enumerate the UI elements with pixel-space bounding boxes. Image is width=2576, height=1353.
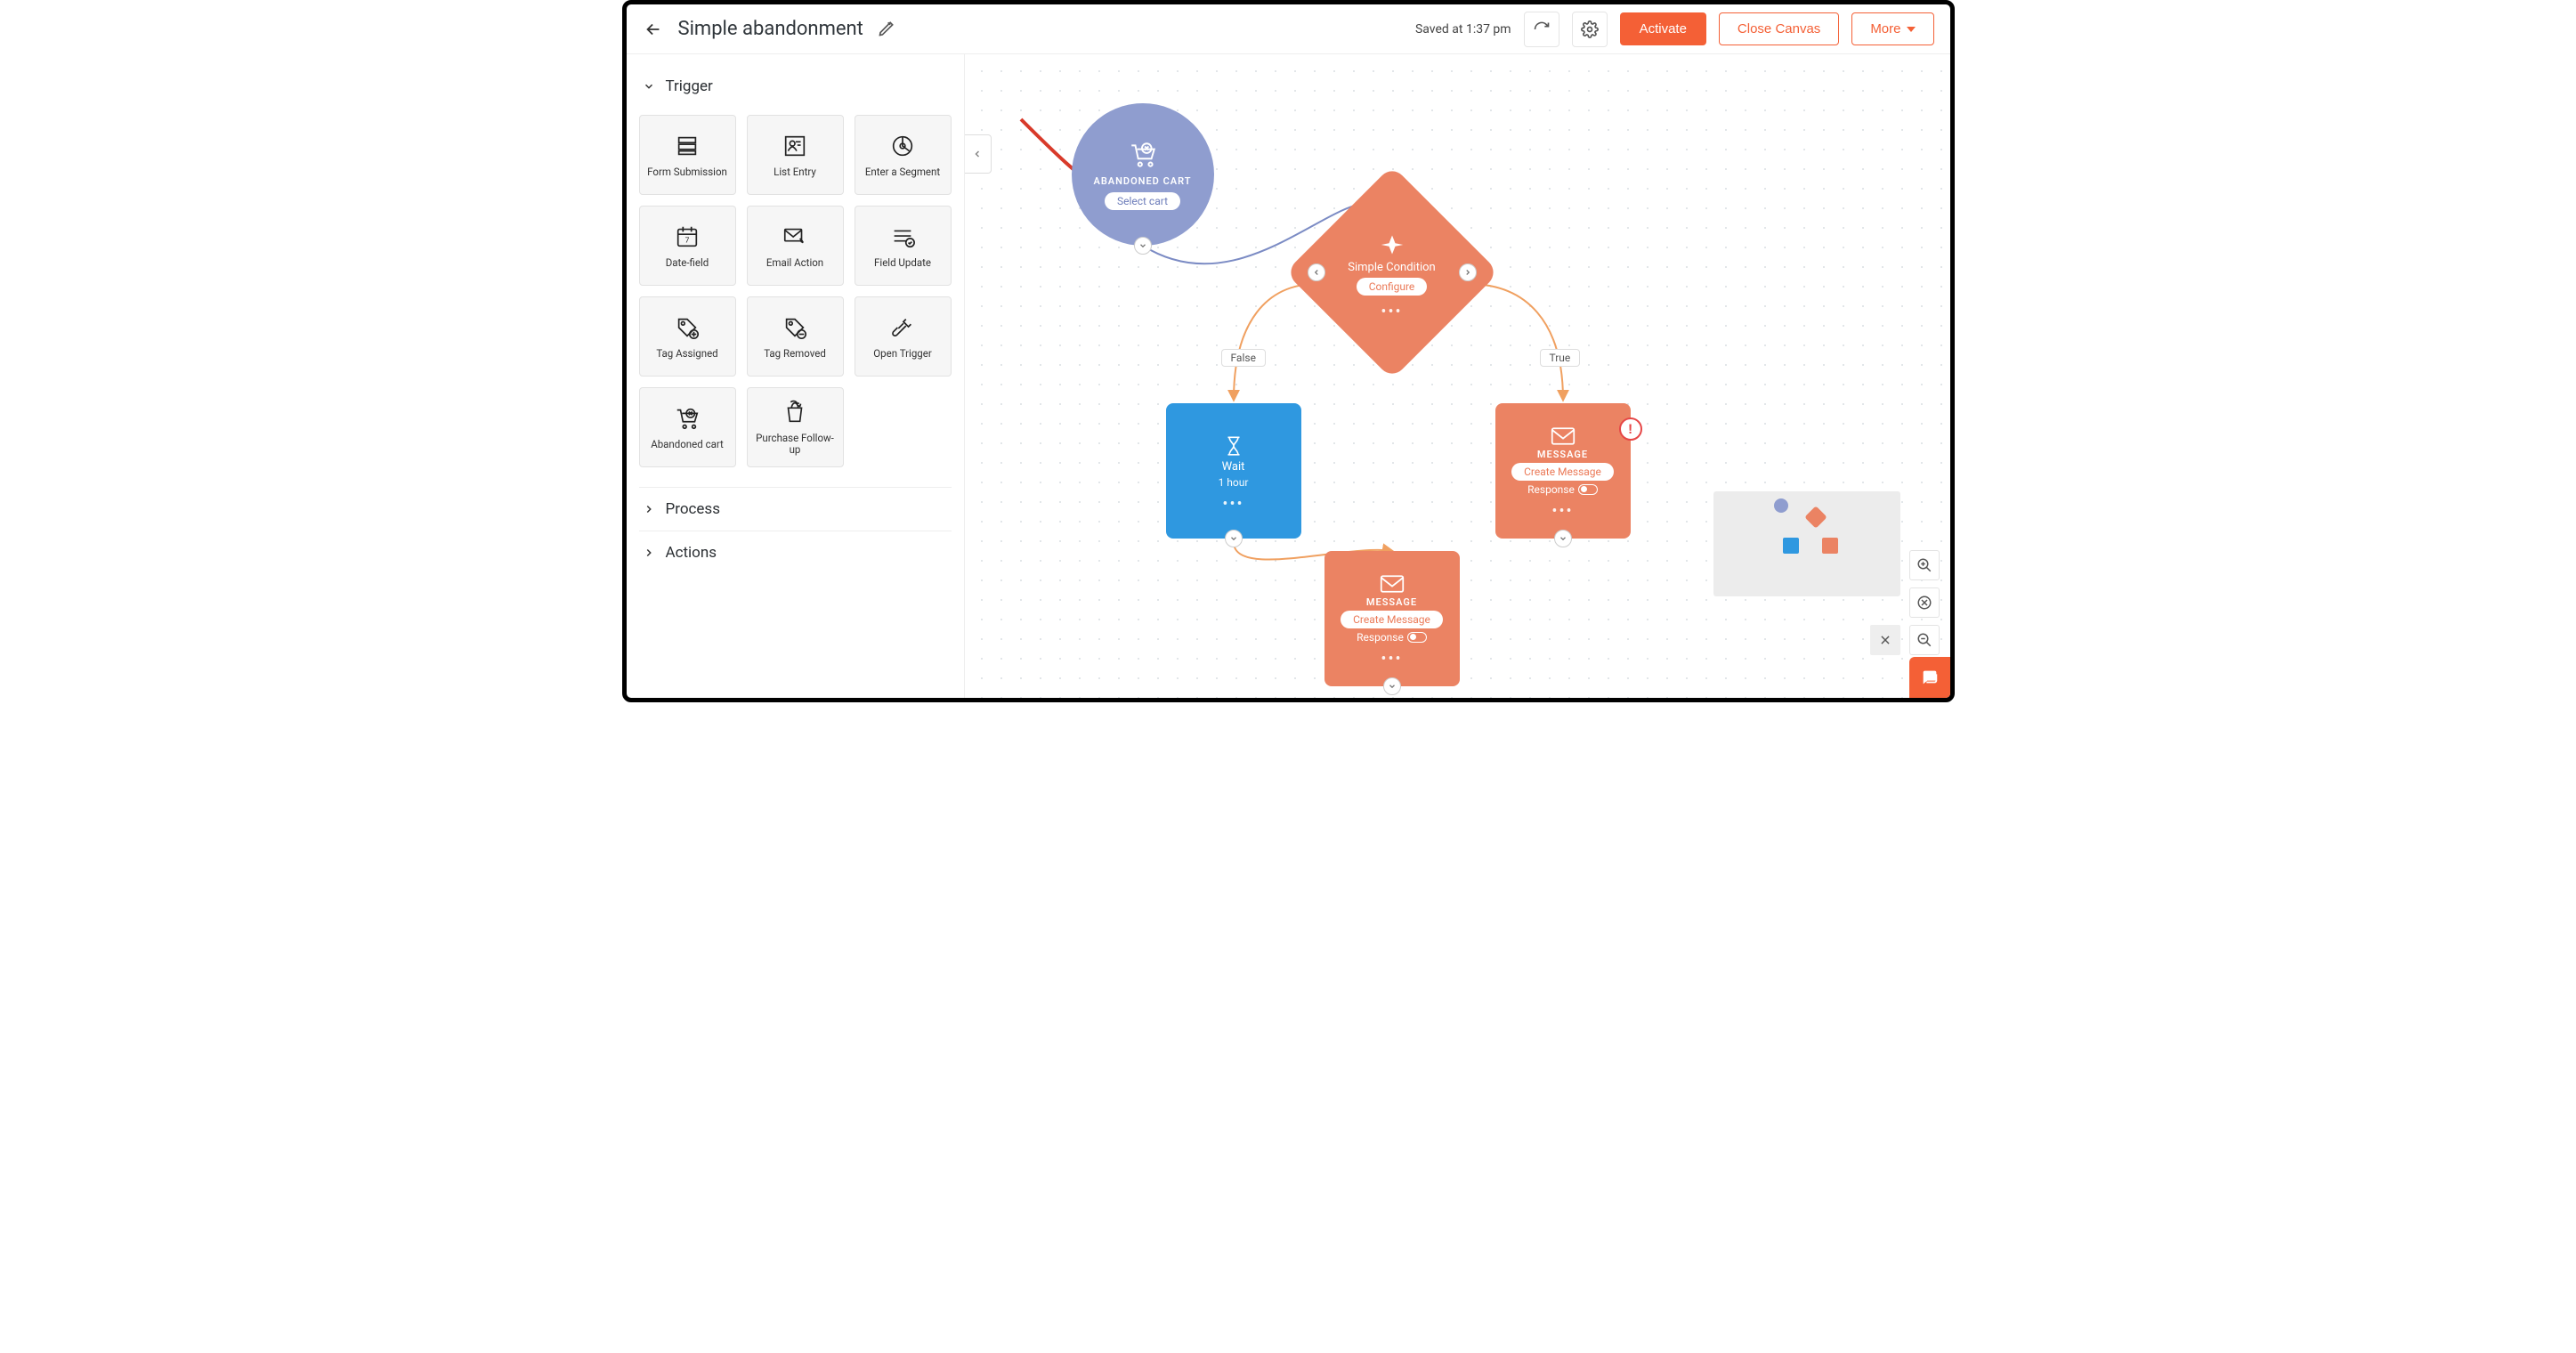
zoom-reset-button[interactable] — [1909, 587, 1940, 618]
port-right[interactable] — [1459, 263, 1477, 281]
list-entry-icon — [782, 133, 808, 159]
node-menu[interactable]: ••• — [1551, 507, 1573, 515]
condition-icon — [1380, 232, 1405, 257]
section-trigger-title: Trigger — [666, 77, 713, 95]
chat-fab[interactable] — [1909, 657, 1950, 698]
cart-icon — [1128, 140, 1158, 170]
node-abandoned-cart[interactable]: ABANDONED CART Select cart — [1072, 103, 1214, 246]
field-update-icon — [889, 223, 916, 250]
tile-purchase-followup[interactable]: Purchase Follow-up — [747, 387, 844, 467]
port-bottom[interactable] — [1134, 237, 1152, 255]
tile-open-trigger[interactable]: Open Trigger — [855, 296, 952, 377]
header: Simple abandonment Saved at 1:37 pm Acti… — [627, 4, 1950, 54]
response-toggle[interactable]: Response — [1357, 631, 1427, 644]
label-true: True — [1540, 349, 1581, 367]
hourglass-icon — [1222, 434, 1245, 458]
port-left[interactable] — [1308, 263, 1325, 281]
create-message-button[interactable]: Create Message — [1511, 463, 1614, 481]
canvas[interactable]: ABANDONED CART Select cart Simple Condit… — [965, 54, 1950, 698]
email-action-icon — [782, 223, 808, 250]
tag-minus-icon — [782, 314, 808, 341]
zoom-out-button[interactable] — [1909, 625, 1940, 655]
close-canvas-button[interactable]: Close Canvas — [1719, 12, 1839, 45]
refresh-button[interactable] — [1524, 12, 1559, 47]
activate-button[interactable]: Activate — [1620, 12, 1706, 45]
tile-enter-segment[interactable]: Enter a Segment — [855, 115, 952, 195]
node-condition[interactable]: Simple Condition Configure ••• — [1316, 197, 1468, 348]
segment-icon — [889, 133, 916, 159]
port-bottom[interactable] — [1225, 530, 1243, 547]
envelope-icon — [1380, 574, 1405, 594]
plug-icon — [889, 314, 916, 341]
minimap-close-button[interactable] — [1870, 625, 1900, 655]
create-message-button[interactable]: Create Message — [1341, 611, 1443, 628]
section-process-title: Process — [666, 500, 720, 518]
settings-button[interactable] — [1572, 12, 1608, 47]
tile-abandoned-cart[interactable]: Abandoned cart — [639, 387, 736, 467]
tile-field-update[interactable]: Field Update — [855, 206, 952, 286]
node-message-true[interactable]: MESSAGE Create Message Response ••• ! — [1495, 403, 1631, 539]
node-menu[interactable]: ••• — [1381, 655, 1402, 663]
section-process-toggle[interactable]: Process — [639, 487, 952, 531]
port-bottom[interactable] — [1554, 530, 1572, 547]
bag-refresh-icon — [782, 399, 808, 425]
minimap[interactable] — [1713, 491, 1900, 596]
node-wait[interactable]: Wait 1 hour ••• — [1166, 403, 1301, 539]
label-false: False — [1221, 349, 1266, 367]
saved-status: Saved at 1:37 pm — [1415, 22, 1511, 36]
response-toggle[interactable]: Response — [1527, 483, 1598, 496]
svg-text:7: 7 — [685, 236, 690, 245]
tile-email-action[interactable]: Email Action — [747, 206, 844, 286]
cart-x-icon — [674, 405, 701, 432]
envelope-icon — [1551, 426, 1576, 446]
alert-badge: ! — [1619, 417, 1642, 441]
form-icon — [674, 133, 701, 159]
port-bottom[interactable] — [1383, 677, 1401, 695]
section-trigger-toggle[interactable]: Trigger — [639, 70, 952, 102]
page-title: Simple abandonment — [678, 18, 863, 40]
select-cart-button[interactable]: Select cart — [1105, 192, 1180, 210]
sidebar-collapse-button[interactable] — [965, 134, 992, 174]
chevron-down-icon — [1907, 27, 1916, 32]
sidebar: Trigger Form Submission List Entry Enter… — [627, 54, 965, 698]
section-actions-toggle[interactable]: Actions — [639, 531, 952, 574]
back-button[interactable] — [643, 19, 664, 40]
zoom-in-button[interactable] — [1909, 550, 1940, 580]
tile-form-submission[interactable]: Form Submission — [639, 115, 736, 195]
calendar-icon: 7 — [674, 223, 701, 250]
configure-button[interactable]: Configure — [1357, 278, 1428, 296]
node-menu[interactable]: ••• — [1381, 308, 1402, 316]
more-button[interactable]: More — [1851, 12, 1933, 45]
tile-tag-assigned[interactable]: Tag Assigned — [639, 296, 736, 377]
section-actions-title: Actions — [666, 544, 717, 562]
edit-title-button[interactable] — [878, 20, 897, 39]
node-message-after-wait[interactable]: MESSAGE Create Message Response ••• — [1324, 551, 1460, 686]
tag-plus-icon — [674, 314, 701, 341]
tile-date-field[interactable]: 7 Date-field — [639, 206, 736, 286]
tile-list-entry[interactable]: List Entry — [747, 115, 844, 195]
node-menu[interactable]: ••• — [1222, 500, 1243, 508]
tile-tag-removed[interactable]: Tag Removed — [747, 296, 844, 377]
